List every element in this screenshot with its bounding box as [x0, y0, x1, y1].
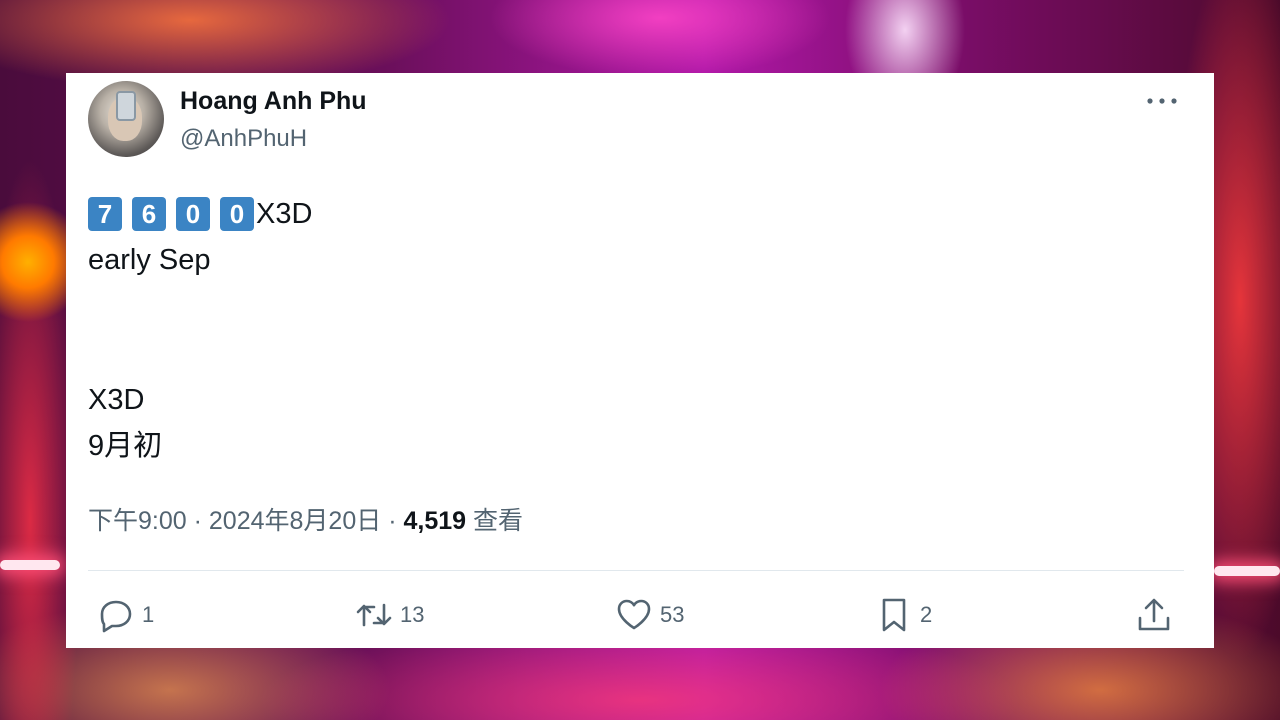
author-handle[interactable]: @AnhPhuH [180, 125, 307, 153]
share-icon [1138, 598, 1170, 631]
keycap-digit: 7 [88, 197, 122, 231]
more-icon[interactable] [1140, 89, 1184, 113]
reply-button[interactable]: 1 [96, 595, 154, 635]
tweet-line-2: early Sep [88, 244, 211, 276]
tweet-time[interactable]: 下午9:00 [88, 507, 187, 535]
retweet-count: 13 [400, 602, 425, 627]
tweet-card: Hoang Anh Phu @AnhPhuH 7 6 0 0 X3D early… [66, 73, 1214, 648]
views-label: 查看 [472, 507, 523, 535]
retweet-icon [356, 603, 392, 627]
avatar[interactable] [88, 81, 164, 157]
views-count: 4,519 [403, 507, 467, 535]
tweet-line-1-suffix: X3D [256, 198, 313, 230]
reply-icon [100, 600, 132, 633]
background-neon-line [0, 560, 60, 570]
bookmark-button[interactable]: 2 [874, 595, 932, 635]
background-neon-line [1214, 566, 1280, 576]
avatar-item [116, 91, 136, 121]
keycap-digit: 0 [220, 197, 254, 231]
bookmark-icon [882, 598, 906, 632]
like-count: 53 [660, 602, 685, 627]
share-button[interactable] [1134, 595, 1174, 635]
keycap-digit: 0 [176, 197, 210, 231]
keycap-digit: 6 [132, 197, 166, 231]
tweet-line-3: X3D [88, 384, 145, 416]
tweet-line-4: 9月初 [88, 430, 163, 462]
meta-separator: · [388, 507, 397, 535]
tweet-meta: 下午9:00 · 2024年8月20日 · 4,519 查看 [88, 501, 523, 537]
reply-count: 1 [142, 602, 155, 627]
tweet-date[interactable]: 2024年8月20日 [209, 507, 381, 535]
meta-separator: · [193, 507, 202, 535]
tweet-blank-gap [88, 283, 312, 377]
like-icon [617, 599, 651, 630]
like-button[interactable]: 53 [614, 595, 684, 635]
bookmark-count: 2 [920, 602, 933, 627]
retweet-button[interactable]: 13 [354, 595, 424, 635]
author-name[interactable]: Hoang Anh Phu [180, 87, 367, 116]
divider [88, 570, 1184, 571]
tweet-text: 7 6 0 0 X3D early Sep X3D 9月初 [88, 191, 312, 469]
tweet-line-1: 7 6 0 0 X3D [88, 191, 312, 237]
